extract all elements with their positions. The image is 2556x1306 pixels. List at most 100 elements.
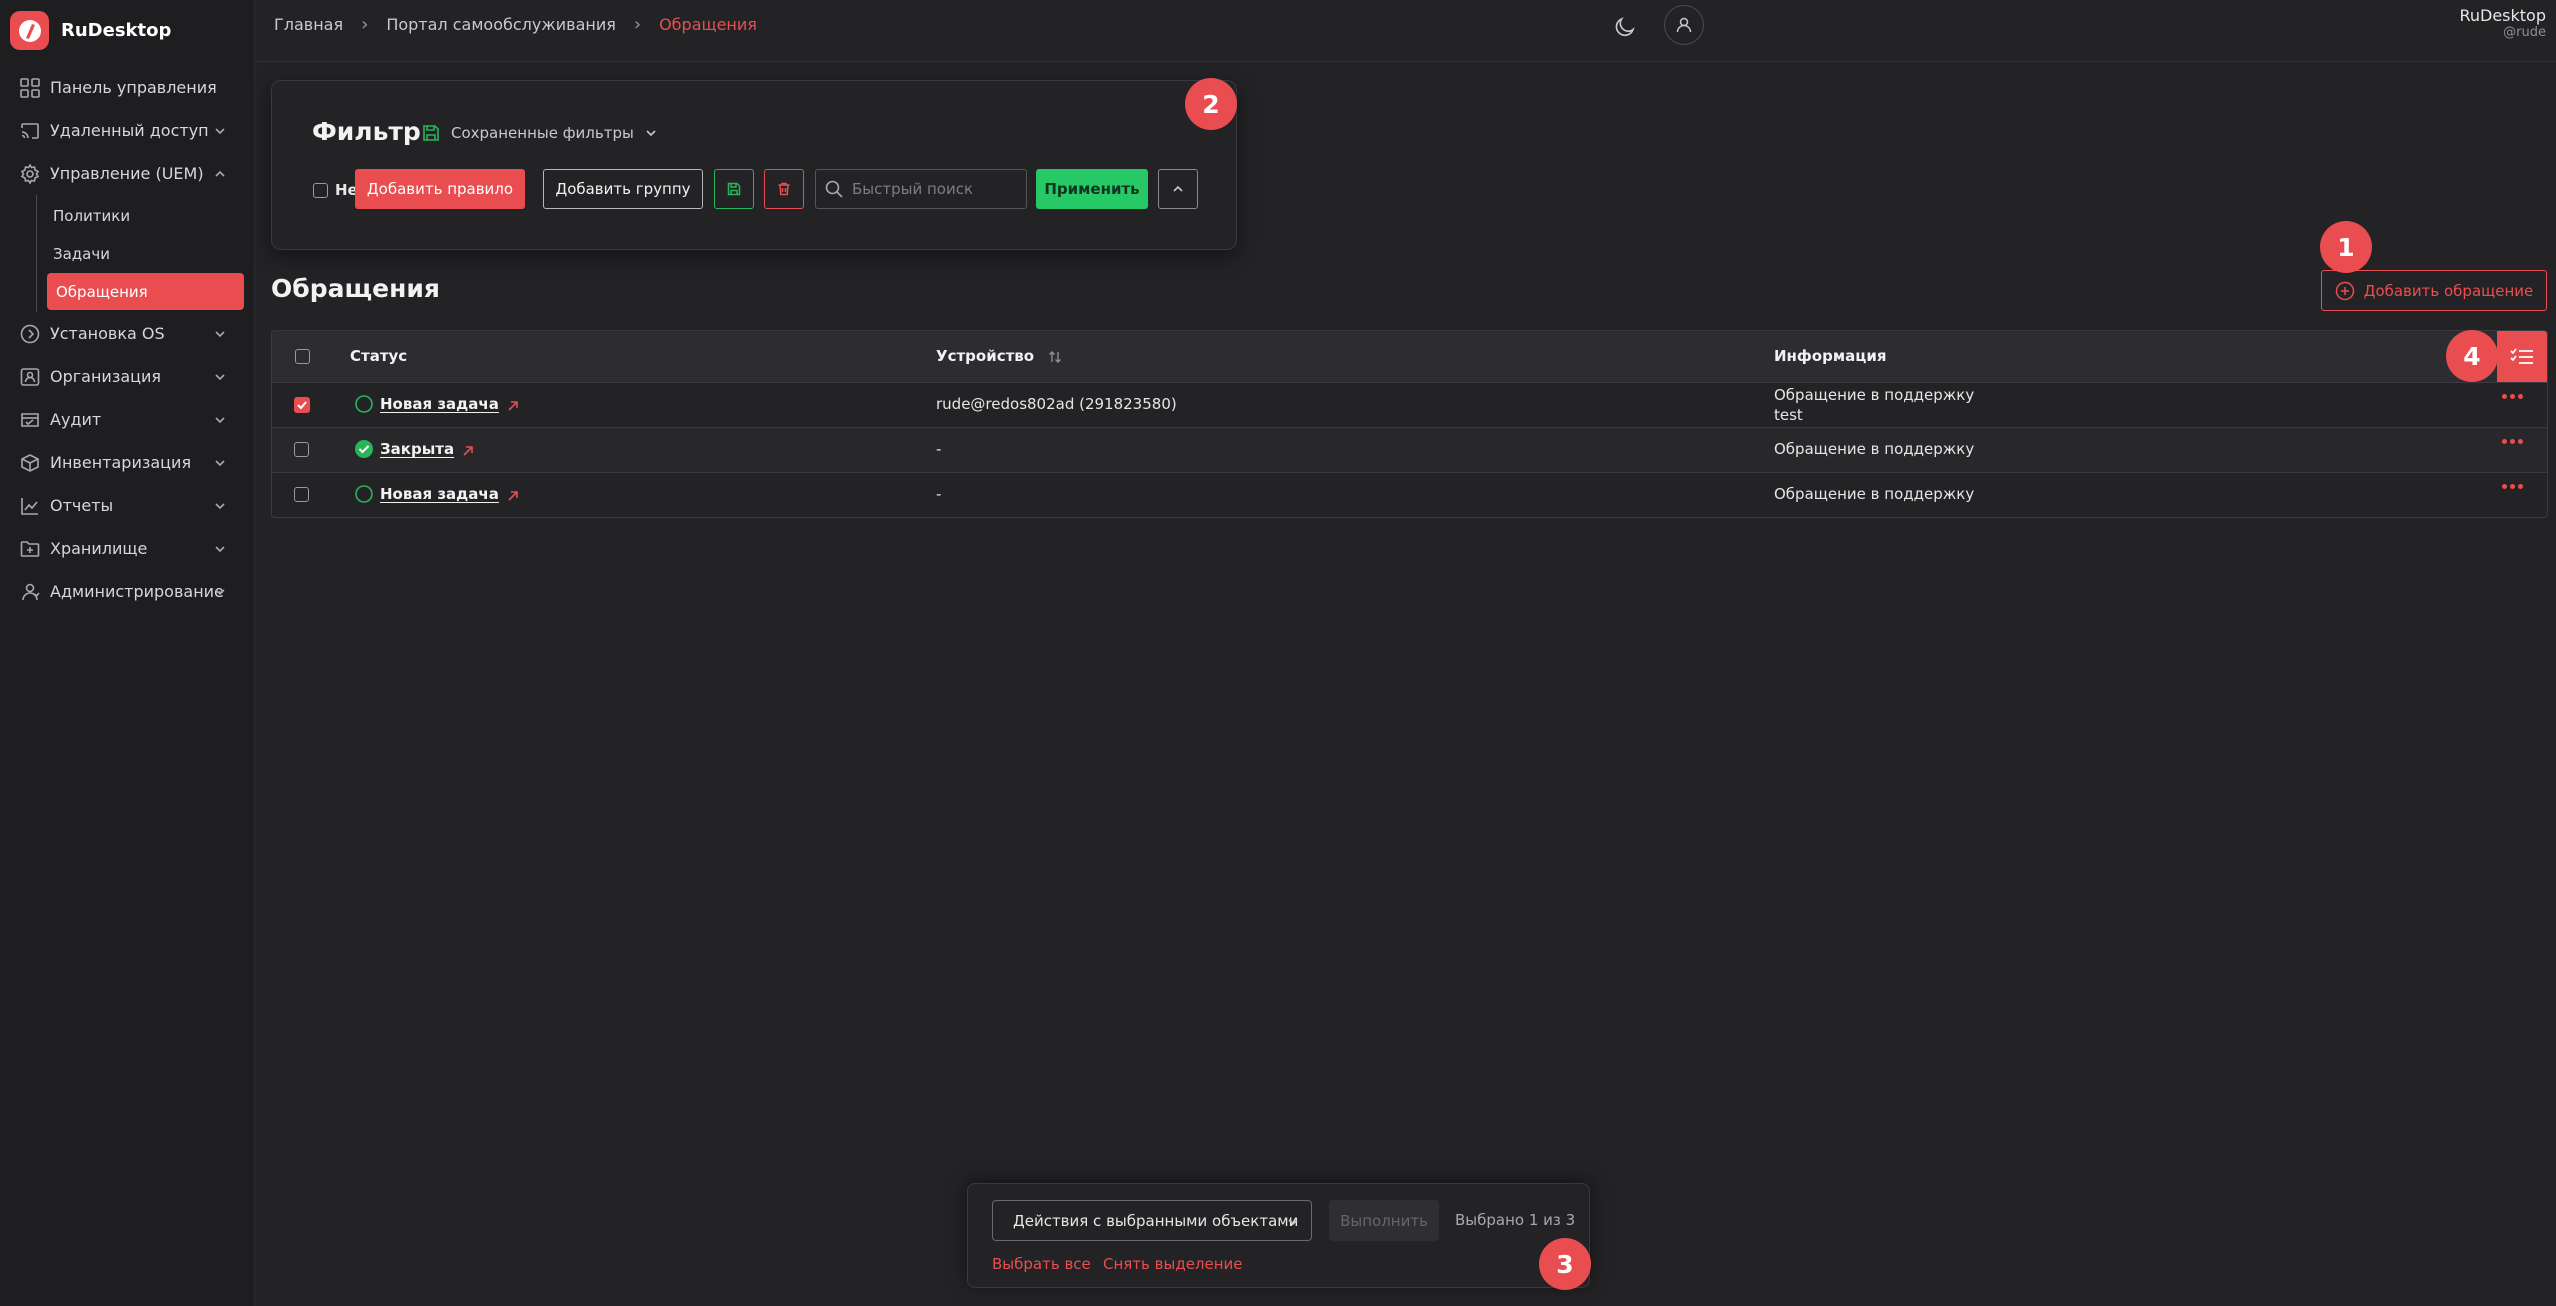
chevron-down-icon — [212, 123, 228, 139]
rudesktop-logo-icon — [10, 11, 49, 50]
sidebar-item-label: Отчеты — [50, 496, 114, 515]
user-name: RuDesktop — [2459, 6, 2546, 25]
status-link[interactable]: Закрыта — [380, 440, 454, 458]
user-info[interactable]: RuDesktop @rude — [2459, 6, 2546, 40]
chevron-down-icon — [1285, 1214, 1301, 1230]
external-link-icon[interactable] — [507, 400, 519, 412]
app-logo[interactable]: RuDesktop — [10, 11, 171, 50]
page-title: Обращения — [271, 274, 440, 303]
sidebar-subitem-policies[interactable]: Политики — [36, 197, 255, 235]
clear-selection-link[interactable]: Снять выделение — [1103, 1255, 1243, 1273]
sidebar-item-organization[interactable]: Организация — [0, 355, 255, 398]
breadcrumb-current: Обращения — [659, 15, 757, 34]
checkbox[interactable] — [294, 487, 309, 502]
table-row[interactable]: Новая задача - Обращение в поддержку — [272, 472, 2547, 517]
breadcrumb-home[interactable]: Главная — [274, 15, 343, 34]
collapse-filter-button[interactable] — [1158, 169, 1198, 209]
add-request-button[interactable]: Добавить обращение — [2321, 270, 2547, 311]
user-avatar-icon[interactable] — [1664, 5, 1704, 45]
sidebar-item-label: Аудит — [50, 410, 102, 429]
sort-icon[interactable] — [1047, 349, 1063, 365]
sidebar-item-label: Хранилище — [50, 539, 148, 558]
column-status[interactable]: Статус — [350, 347, 407, 365]
checkbox[interactable] — [294, 442, 309, 457]
save-filter-button[interactable] — [714, 169, 754, 209]
apply-filter-button[interactable]: Применить — [1036, 169, 1148, 209]
row-info-line: Обращение в поддержку — [1774, 386, 1975, 404]
row-device: rude@redos802ad (291823580) — [936, 395, 1177, 413]
row-device: - — [936, 440, 942, 458]
chevron-down-icon — [212, 326, 228, 342]
chevron-down-icon — [212, 369, 228, 385]
chevron-down-icon — [212, 584, 228, 600]
filter-title: Фильтр — [312, 117, 421, 146]
plus-circle-icon — [2335, 281, 2355, 301]
row-info-line: test — [1774, 406, 1803, 424]
add-rule-button[interactable]: Добавить правило — [355, 169, 525, 209]
chevron-down-icon — [212, 498, 228, 514]
row-actions-more-icon[interactable] — [2502, 394, 2523, 399]
chevron-down-icon — [212, 541, 228, 557]
sidebar-item-audit[interactable]: Аудит — [0, 398, 255, 441]
select-all-link[interactable]: Выбрать все — [992, 1255, 1091, 1273]
bulk-actions-select-value: Действия с выбранными объектами — [1013, 1211, 1299, 1230]
requests-table: Статус Устройство Информация Новая задач… — [271, 330, 2548, 518]
sidebar-subitem-requests[interactable]: Обращения — [47, 273, 244, 310]
row-info: Обращение в поддержку — [1774, 485, 1975, 503]
cast-icon — [19, 120, 41, 142]
delete-filter-button[interactable] — [764, 169, 804, 209]
table-row[interactable]: Новая задача rude@redos802ad (291823580)… — [272, 382, 2547, 427]
admin-icon — [19, 581, 41, 603]
row-status: Закрыта — [354, 439, 474, 459]
sidebar-item-dashboard[interactable]: Панель управления — [0, 66, 255, 109]
status-link[interactable]: Новая задача — [380, 395, 499, 413]
row-checkbox[interactable] — [294, 442, 309, 457]
sidebar-item-administration[interactable]: Администрирование — [0, 570, 255, 613]
sidebar-subitem-tasks[interactable]: Задачи — [36, 235, 255, 273]
row-status: Новая задача — [354, 484, 519, 504]
sidebar-item-label: Организация — [50, 367, 162, 386]
sidebar-item-remote-access[interactable]: Удаленный доступ — [0, 109, 255, 152]
chevron-down-icon — [212, 412, 228, 428]
sidebar-item-reports[interactable]: Отчеты — [0, 484, 255, 527]
chevron-up-icon — [1170, 181, 1186, 197]
select-all-checkbox[interactable] — [295, 349, 310, 364]
app-name: RuDesktop — [61, 20, 172, 41]
table-row[interactable]: Закрыта - Обращение в поддержку — [272, 427, 2547, 472]
sidebar-item-uem[interactable]: Управление (UEM) — [0, 152, 255, 195]
external-link-icon[interactable] — [507, 490, 519, 502]
column-info[interactable]: Информация — [1774, 347, 1887, 365]
checkbox[interactable] — [313, 182, 328, 198]
row-checkbox[interactable] — [294, 397, 310, 413]
row-actions-more-icon[interactable] — [2502, 484, 2523, 489]
external-link-icon[interactable] — [462, 445, 474, 457]
sidebar-item-label: Инвентаризация — [50, 453, 192, 472]
row-info: Обращение в поддержку test — [1774, 385, 1974, 425]
gear-icon — [19, 162, 41, 185]
dark-mode-toggle-icon[interactable] — [1612, 14, 1638, 40]
status-link[interactable]: Новая задача — [380, 485, 499, 503]
bulk-actions-panel: Действия с выбранными объектами Выполнит… — [967, 1183, 1590, 1288]
sidebar-item-os-install[interactable]: Установка OS — [0, 312, 255, 355]
breadcrumb-separator-icon: › — [361, 14, 369, 35]
status-open-icon — [354, 484, 374, 504]
save-filter-icon — [421, 123, 441, 143]
quick-search-input[interactable] — [852, 180, 1012, 198]
add-group-button[interactable]: Добавить группу — [543, 169, 703, 209]
quick-search[interactable] — [815, 169, 1027, 209]
sidebar-item-inventory[interactable]: Инвентаризация — [0, 441, 255, 484]
bulk-actions-select[interactable]: Действия с выбранными объектами — [992, 1200, 1312, 1241]
audit-icon — [19, 409, 41, 431]
column-device[interactable]: Устройство — [936, 347, 1063, 365]
breadcrumb-separator-icon: › — [633, 14, 642, 35]
row-checkbox[interactable] — [294, 487, 309, 502]
breadcrumb-self-service-portal[interactable]: Портал самообслуживания — [386, 15, 616, 34]
sidebar-item-storage[interactable]: Хранилище — [0, 527, 255, 570]
saved-filters-dropdown[interactable]: Сохраненные фильтры — [421, 123, 658, 143]
column-settings-button[interactable] — [2497, 331, 2547, 382]
chevron-up-icon — [212, 166, 228, 182]
dashboard-icon — [19, 77, 41, 99]
not-checkbox[interactable]: Не — [313, 181, 358, 199]
execute-button[interactable]: Выполнить — [1329, 1200, 1439, 1241]
row-actions-more-icon[interactable] — [2502, 439, 2523, 444]
